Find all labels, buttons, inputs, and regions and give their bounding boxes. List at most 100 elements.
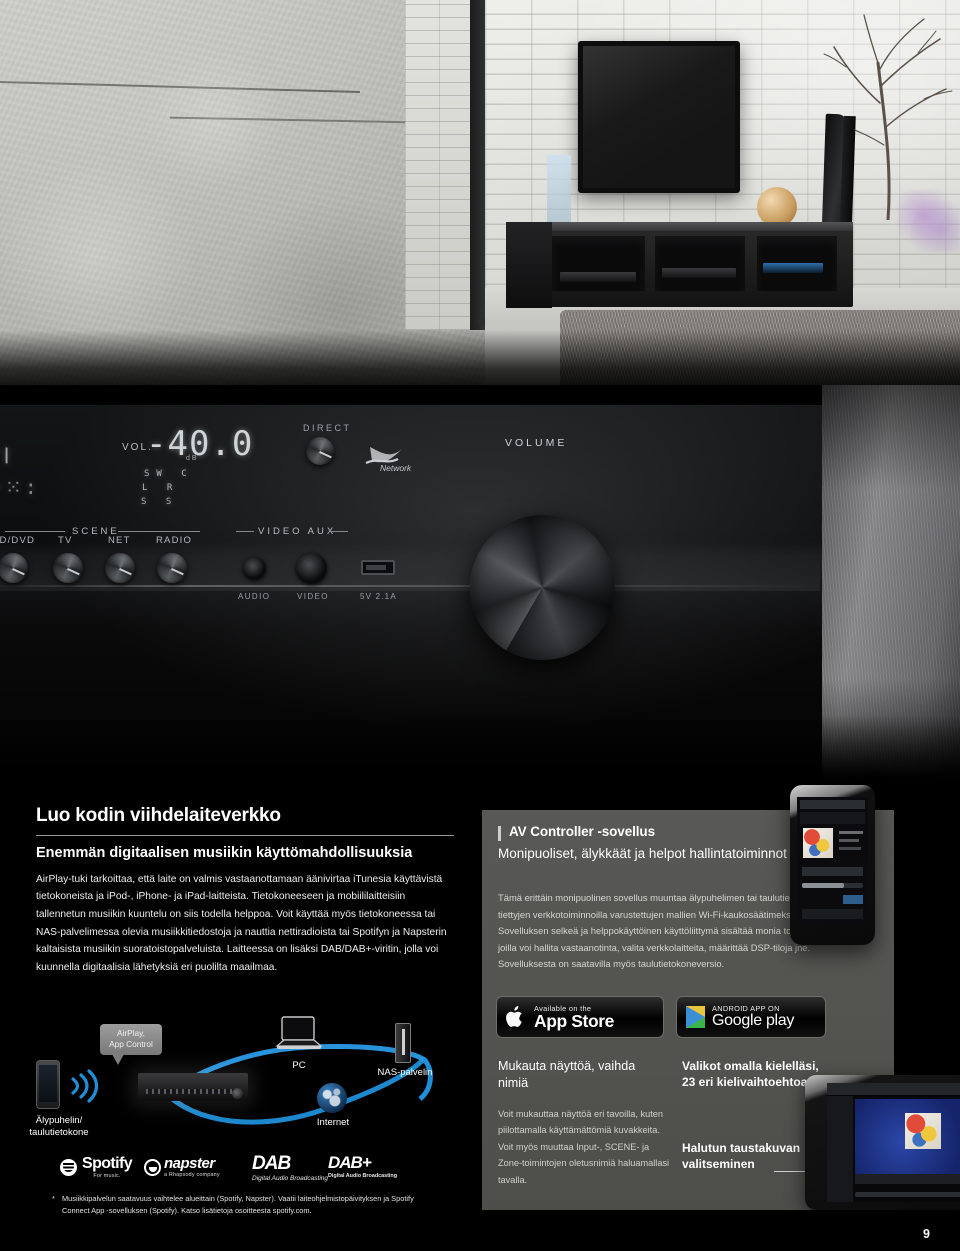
av-receiver-photo: ⌐ꞁ ⁃⁙꞉ VOL. -40.0 dB SW C L R S S DIRECT… <box>0 385 960 805</box>
scene-knob-tv[interactable] <box>53 553 83 583</box>
display-partial-left: ⌐ꞁ <box>0 440 13 464</box>
aux-port-label-audio: AUDIO <box>238 592 271 601</box>
content-area: Luo kodin viihdelaiteverkko Enemmän digi… <box>0 785 960 1251</box>
left-body-text: AirPlay-tuki tarkoittaa, että laite on v… <box>36 873 447 973</box>
scene-rule-right <box>118 531 200 532</box>
app-store-badges: Available on the App Store ANDROID APP O… <box>496 996 826 1040</box>
callout-line-1: AirPlay, <box>117 1028 145 1038</box>
video-jack[interactable] <box>296 553 327 584</box>
google-play-icon <box>686 1006 705 1028</box>
audio-jack[interactable] <box>243 557 266 580</box>
scene-rule-left <box>5 531 65 532</box>
partner-logos: Spotify For music. napster a Rhapsody co… <box>60 1152 420 1188</box>
laptop-icon <box>275 1015 323 1057</box>
tablet-album-art <box>905 1113 941 1149</box>
app-top-bar <box>800 800 865 809</box>
volume-readout-value: -40.0 <box>146 424 254 464</box>
video-aux-label: VIDEO AUX <box>258 526 337 537</box>
hero-photo <box>0 0 960 400</box>
direct-label: DIRECT <box>303 423 352 433</box>
spotify-icon <box>60 1159 77 1176</box>
feature-left-body: Voit mukauttaa näyttöä eri tavoilla, kut… <box>498 1109 670 1185</box>
volume-slider-fill <box>802 883 844 888</box>
google-play-badge[interactable]: ANDROID APP ON Google play <box>676 996 826 1038</box>
smartphone-app-mockup <box>790 785 875 945</box>
smartphone-screen <box>797 797 868 923</box>
diagram-label-internet: Internet <box>316 1117 350 1128</box>
volume-knob[interactable] <box>470 515 615 660</box>
transport-controls[interactable] <box>802 867 863 876</box>
tablet-side-menu[interactable] <box>827 1096 853 1202</box>
tablet-slider[interactable] <box>855 1192 960 1197</box>
cabinet-shelf <box>552 236 645 291</box>
cabinet-top <box>508 222 853 231</box>
purple-artwork <box>898 190 960 252</box>
tablet-app-mockup <box>805 1075 960 1210</box>
tablet-top-bar <box>827 1083 960 1095</box>
glass-vase <box>547 155 571 227</box>
napster-wordmark: napster <box>164 1155 215 1172</box>
diagram-label-smartphone: Älypuhelin/ taulutietokone <box>29 1115 89 1138</box>
napster-tagline: a Rhapsody company <box>164 1172 220 1178</box>
flat-screen-tv <box>578 41 740 193</box>
napster-icon <box>144 1158 161 1176</box>
aux-port-label-video: VIDEO <box>297 592 329 601</box>
network-diagram: AirPlay, App Control Älypuhelin/ tauluti… <box>20 1005 470 1150</box>
usb-port[interactable] <box>361 560 395 575</box>
scene-button-label-tv: TV <box>58 535 73 546</box>
volume-knob-label: VOLUME <box>505 437 568 449</box>
scene-button-label-radio: RADIO <box>156 535 193 546</box>
dab-tagline: Digital Audio Broadcasting <box>252 1175 328 1182</box>
source-selector[interactable] <box>843 895 863 904</box>
scene-knob-net[interactable] <box>105 553 135 583</box>
right-panel-title: AV Controller -sovellus <box>509 824 655 839</box>
channel-indicators: SW C <box>144 469 194 479</box>
wifi-waves-icon <box>67 1067 101 1103</box>
dab-wordmark: DAB <box>252 1153 291 1174</box>
page-title: Luo kodin viihdelaiteverkko <box>36 805 281 826</box>
cabinet-side-block <box>506 222 552 308</box>
album-art <box>803 828 833 858</box>
decorative-sphere <box>757 187 797 227</box>
scene-button-label-bd-dvd: BD/DVD <box>0 535 36 546</box>
track-artist-line <box>839 839 859 842</box>
callout-line-2: App Control <box>109 1039 153 1050</box>
av-component <box>662 268 736 278</box>
app-store-badge[interactable]: Available on the App Store <box>496 996 664 1038</box>
wall-crack <box>0 80 360 94</box>
diagram-label-pc: PC <box>292 1060 306 1071</box>
direct-button[interactable] <box>306 437 334 465</box>
spotify-tagline: For music. <box>93 1173 121 1179</box>
tablet-transport[interactable] <box>855 1174 960 1184</box>
feature-left-heading: Mukauta näyttöä, vaihda nimiä <box>498 1059 636 1090</box>
av-receiver-icon <box>138 1073 248 1101</box>
aux-port-label-power: 5V 2.1A <box>360 592 397 601</box>
track-album-line <box>839 847 861 850</box>
diagram-label-nas: NAS-palvelin <box>377 1067 433 1078</box>
dab-plus-wordmark: DAB+ <box>328 1153 372 1172</box>
footnote-text: Musiikkipalvelun saatavuus vaihtelee alu… <box>62 1194 414 1215</box>
title-accent-bar <box>498 826 501 841</box>
airplay-callout: AirPlay, App Control <box>100 1024 162 1065</box>
page-number: 9 <box>923 1227 930 1241</box>
footnote-marker: * <box>52 1194 55 1203</box>
av-component <box>763 263 823 273</box>
scene-button-label-net: NET <box>108 535 131 546</box>
smartphone-icon <box>36 1060 60 1109</box>
left-subtitle: Enemmän digitaalisen musiikin käyttömahd… <box>36 844 413 861</box>
channel-indicators-3: S S <box>141 497 179 507</box>
footnote: * Musiikkipalvelun saatavuus vaihtelee a… <box>52 1193 422 1217</box>
aux-rule-left <box>236 531 254 532</box>
nas-server-icon <box>395 1023 411 1063</box>
spotify-logo: Spotify For music. <box>60 1156 133 1179</box>
app-tab-bar[interactable] <box>802 909 863 919</box>
title-divider <box>36 834 454 836</box>
napster-logo: napster a Rhapsody company <box>144 1156 220 1178</box>
apple-icon <box>506 1005 526 1029</box>
right-panel-subtitle: Monipuoliset, älykkäät ja helpot hallint… <box>498 846 787 861</box>
right-panel-body: Tämä erittäin monipuolinen sovellus muun… <box>498 892 829 970</box>
aux-rule-right <box>330 531 348 532</box>
dab-plus-tagline: Digital Audio Broadcasting <box>328 1173 397 1179</box>
scene-knob-radio[interactable] <box>157 553 187 583</box>
network-logo: Network <box>360 443 430 479</box>
